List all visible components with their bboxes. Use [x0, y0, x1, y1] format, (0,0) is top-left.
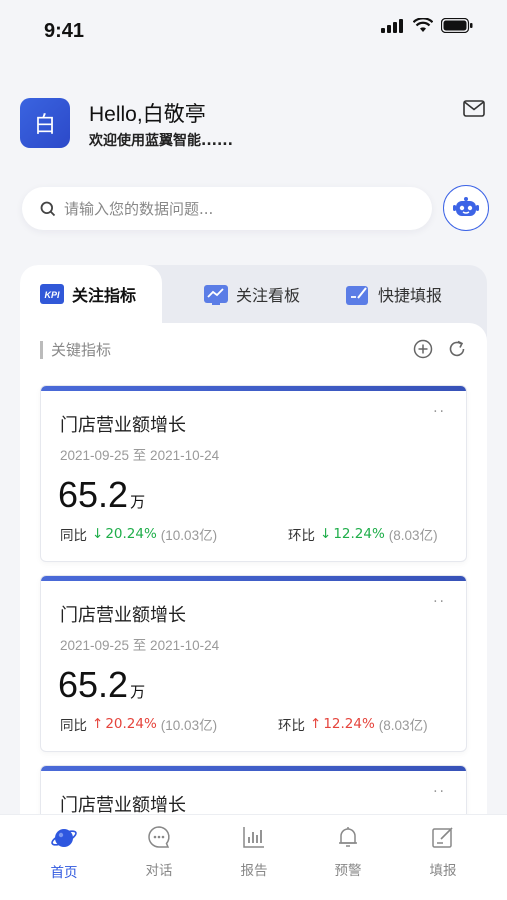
avatar[interactable]: 白 [20, 98, 70, 148]
search-icon [40, 201, 56, 216]
section-title: 关键指标 [40, 341, 111, 359]
tab-quick-fill[interactable]: 快捷填报 [346, 265, 442, 323]
yoy-sub: (10.03亿) [160, 718, 218, 733]
tab-focus-kpi[interactable]: KPI 关注指标 [20, 265, 162, 323]
status-icons [381, 18, 473, 33]
yoy-value: 20.24% [105, 526, 157, 542]
more-options-icon[interactable]: ·· [433, 404, 446, 420]
down-arrow-icon: ↓ [320, 526, 332, 542]
section-actions [413, 339, 467, 359]
kpi-yoy: 同比 ↑ 20.24% (10.03亿) [60, 714, 217, 734]
tab-label: 关注指标 [72, 286, 137, 305]
user-header: 白 Hello,白敬亭 欢迎使用蓝翼智能...... [20, 98, 487, 150]
add-icon[interactable] [413, 339, 433, 359]
nav-report[interactable]: 报告 [224, 825, 284, 879]
nav-home[interactable]: 首页 [34, 825, 94, 881]
content-panel: KPI 关注指标 关注看板 快捷填报 关键指标 门店营业额增长 ·· 2021-… [20, 265, 487, 825]
robot-icon [453, 197, 479, 216]
wifi-icon [413, 18, 433, 32]
yoy-label: 同比 [60, 718, 87, 734]
nav-label: 填报 [429, 863, 457, 879]
kpi-date-range: 2021-09-25 至 2021-10-24 [60, 448, 220, 463]
yoy-value: 20.24% [105, 716, 157, 732]
search-bar[interactable] [22, 187, 432, 230]
bottom-nav: 首页 对话 报告 预警 填报 [0, 814, 507, 900]
kpi-number: 65.2 [58, 474, 129, 515]
status-bar: 9:41 [0, 0, 507, 60]
yoy-sub: (10.03亿) [160, 528, 218, 543]
tab-label: 关注看板 [236, 286, 301, 305]
mail-icon[interactable] [463, 100, 485, 117]
kpi-mom: 环比 ↑ 12.24% (8.03亿) [278, 714, 428, 734]
chat-icon [148, 826, 170, 848]
nav-label: 对话 [145, 863, 173, 879]
up-arrow-icon: ↑ [310, 716, 322, 732]
nav-chat[interactable]: 对话 [129, 825, 189, 879]
status-time: 9:41 [44, 20, 85, 42]
down-arrow-icon: ↓ [92, 526, 104, 542]
search-input[interactable] [64, 199, 384, 218]
more-options-icon[interactable]: ·· [433, 784, 446, 800]
dashboard-icon [204, 285, 228, 305]
nav-alert[interactable]: 预警 [318, 825, 378, 879]
up-arrow-icon: ↑ [92, 716, 104, 732]
kpi-date-range: 2021-09-25 至 2021-10-24 [60, 638, 220, 653]
nav-label: 首页 [50, 865, 78, 881]
mom-value: 12.24% [333, 526, 385, 542]
kpi-unit: 万 [130, 493, 146, 511]
kpi-list: 关键指标 门店营业额增长 ·· 2021-09-25 至 2021-10-24 … [20, 323, 487, 825]
svg-text:KPI: KPI [44, 290, 60, 300]
signal-icon [381, 18, 403, 33]
bell-icon [339, 827, 357, 847]
kpi-mom: 环比 ↓ 12.24% (8.03亿) [288, 524, 438, 544]
tab-label: 快捷填报 [378, 286, 443, 305]
kpi-value: 65.2 万 [58, 474, 145, 516]
mom-label: 环比 [278, 718, 305, 734]
kpi-yoy: 同比 ↓ 20.24% (10.03亿) [60, 524, 217, 544]
welcome-text: 欢迎使用蓝翼智能...... [89, 133, 233, 149]
mom-sub: (8.03亿) [378, 718, 428, 733]
mom-label: 环比 [288, 528, 315, 544]
kpi-icon: KPI [40, 284, 64, 304]
nav-label: 预警 [334, 863, 362, 879]
fill-form-icon [346, 286, 368, 305]
kpi-card[interactable]: 门店营业额增长 ·· 2021-09-25 至 2021-10-24 65.2 万… [40, 575, 467, 752]
more-options-icon[interactable]: ·· [433, 594, 446, 610]
tab-focus-dashboard[interactable]: 关注看板 [204, 265, 300, 323]
refresh-icon[interactable] [447, 339, 467, 359]
edit-form-icon [432, 827, 453, 848]
kpi-title: 门店营业额增长 [60, 605, 186, 626]
mom-sub: (8.03亿) [388, 528, 438, 543]
report-icon [243, 827, 264, 848]
kpi-value: 65.2 万 [58, 664, 145, 706]
section-header: 关键指标 [40, 339, 467, 363]
nav-label: 报告 [240, 863, 268, 879]
kpi-unit: 万 [130, 683, 146, 701]
nav-fill[interactable]: 填报 [413, 825, 473, 879]
mom-value: 12.24% [323, 716, 375, 732]
battery-icon [441, 18, 473, 33]
greeting-text: Hello,白敬亭 [89, 103, 206, 126]
kpi-title: 门店营业额增长 [60, 415, 186, 436]
ai-assistant-button[interactable] [443, 185, 489, 231]
kpi-card[interactable]: 门店营业额增长 ·· 2021-09-25 至 2021-10-24 65.2 万… [40, 385, 467, 562]
home-planet-icon [51, 829, 77, 847]
yoy-label: 同比 [60, 528, 87, 544]
kpi-number: 65.2 [58, 664, 129, 705]
